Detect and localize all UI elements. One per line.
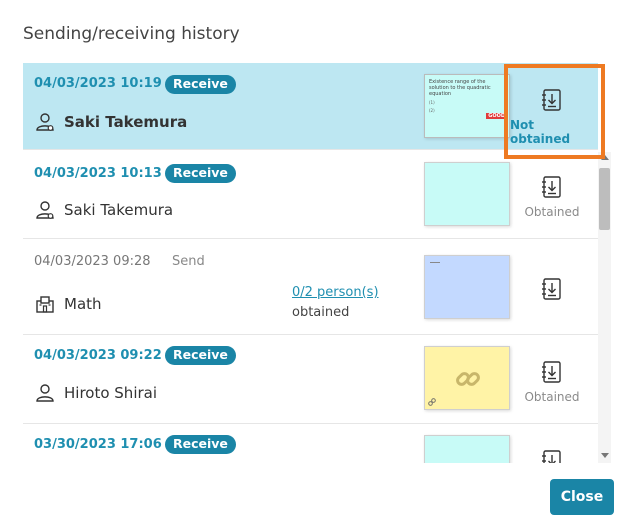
note-thumbnail[interactable]: [424, 346, 510, 410]
notebook-download-icon: [542, 176, 561, 198]
dialog-title: Sending/receiving history: [23, 24, 240, 44]
receive-badge: Receive: [165, 435, 236, 454]
recipient-name: Math: [64, 295, 102, 313]
student-icon: [36, 201, 54, 219]
link-icon: [456, 372, 480, 386]
row-date: 04/03/2023 10:19: [34, 76, 162, 91]
obtained-count-label: obtained: [292, 305, 350, 320]
history-row-4[interactable]: 04/03/2023 09:22 Receive Hiroto Shirai O…: [23, 335, 598, 424]
note-thumbnail[interactable]: Existence range of the solution to the q…: [424, 74, 510, 138]
scroll-thumb[interactable]: [599, 168, 610, 230]
small-link-icon: [428, 398, 436, 406]
obtain-status: Obtained: [524, 205, 580, 219]
receive-badge: Receive: [165, 75, 236, 94]
notebook-download-icon: [542, 450, 561, 463]
receive-badge: Receive: [165, 346, 236, 365]
row-sender: Saki Takemura: [35, 200, 173, 220]
note-thumbnail[interactable]: [424, 255, 510, 319]
obtain-button[interactable]: Obtained: [510, 360, 594, 404]
thumbnail-line: (1): [429, 100, 435, 105]
history-row-5[interactable]: 03/30/2023 17:06 Receive: [23, 424, 598, 463]
row-date: 04/03/2023 09:22: [34, 348, 162, 363]
row-sender: Hiroto Shirai: [35, 383, 157, 403]
highlight-annotation: [504, 64, 605, 159]
class-icon: [36, 296, 54, 313]
student-icon: [36, 113, 54, 131]
send-label: Send: [172, 254, 205, 269]
obtain-button[interactable]: Obtained: [510, 175, 594, 219]
close-button[interactable]: Close: [550, 479, 614, 515]
sender-name: Hiroto Shirai: [64, 384, 158, 402]
history-scrollbar[interactable]: [598, 152, 611, 463]
row-date: 03/30/2023 17:06: [34, 437, 162, 452]
thumbnail-line: (2): [429, 108, 435, 113]
thumbnail-text: Existence range of the solution to the q…: [429, 79, 491, 97]
thumbnail-mark: [430, 262, 440, 263]
receive-badge: Receive: [165, 164, 236, 183]
person-icon: [36, 384, 54, 402]
history-row-3[interactable]: 04/03/2023 09:28 Send Math 0/2 person(s)…: [23, 239, 598, 335]
send-note-button[interactable]: [510, 277, 594, 307]
history-dialog: Sending/receiving history 04/03/2023 10:…: [0, 0, 637, 531]
row-date: 04/03/2023 09:28: [34, 254, 151, 269]
row-sender: Saki Takemura: [35, 112, 187, 132]
scroll-down-arrow-icon[interactable]: [601, 453, 609, 458]
obtained-count-link[interactable]: 0/2 person(s): [292, 285, 379, 300]
notebook-download-icon: [542, 278, 561, 300]
row-date: 04/03/2023 10:13: [34, 166, 162, 181]
note-thumbnail[interactable]: [424, 435, 510, 463]
sender-name: Saki Takemura: [64, 113, 188, 131]
sender-name: Saki Takemura: [64, 201, 174, 219]
note-thumbnail[interactable]: [424, 162, 510, 226]
obtain-button[interactable]: [510, 449, 594, 463]
obtain-status: Obtained: [524, 390, 580, 404]
row-recipient: Math: [35, 294, 102, 314]
notebook-download-icon: [542, 361, 561, 383]
history-row-2[interactable]: 04/03/2023 10:13 Receive Saki Takemura O…: [23, 150, 598, 239]
